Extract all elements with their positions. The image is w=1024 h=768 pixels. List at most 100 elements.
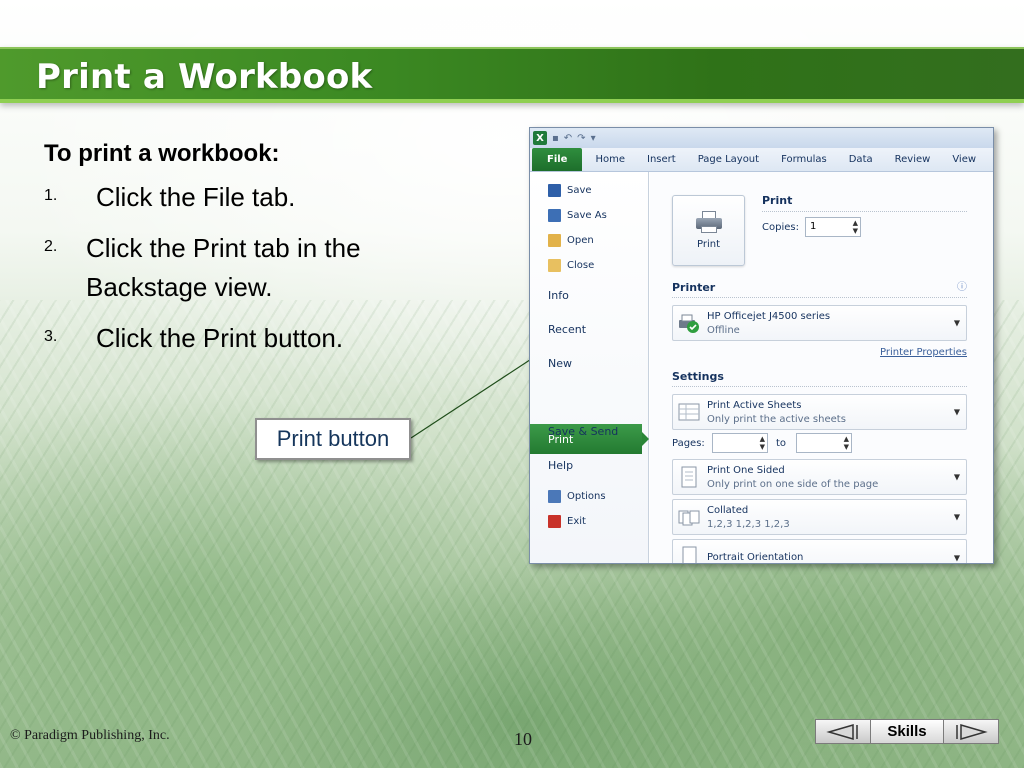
sides-dropdown[interactable]: Print One Sided Only print on one side o… <box>672 459 967 495</box>
steps-list: 1. Click the File tab. 2. Click the Prin… <box>44 178 464 358</box>
nav-tab-info[interactable]: Info <box>548 289 569 302</box>
orientation-main: Portrait Orientation <box>707 552 804 563</box>
step-2: 2. Click the Print tab in the Backstage … <box>44 229 464 307</box>
print-button-label: Print <box>696 239 720 250</box>
ribbon-tabs: File Home Insert Page Layout Formulas Da… <box>530 148 993 172</box>
step-number: 1. <box>44 187 58 204</box>
pages-to-label: to <box>776 438 787 449</box>
undo-icon[interactable]: ↶ <box>564 133 572 144</box>
divider <box>672 297 967 298</box>
excel-logo-icon: X <box>533 131 547 145</box>
step-1: 1. Click the File tab. <box>44 178 464 217</box>
tab-home[interactable]: Home <box>584 154 636 171</box>
printer-icon <box>695 211 722 233</box>
sides-sub: Only print on one side of the page <box>707 479 879 490</box>
tab-page-layout[interactable]: Page Layout <box>687 154 770 171</box>
printer-dropdown[interactable]: HP Officejet J4500 series Offline ▼ <box>672 305 967 341</box>
chevron-down-icon: ▼ <box>953 512 960 522</box>
skills-button[interactable]: Skills <box>871 719 943 744</box>
nav-options[interactable]: Options <box>548 490 606 503</box>
nav-tab-new[interactable]: New <box>548 357 572 370</box>
tab-review[interactable]: Review <box>884 154 942 171</box>
tab-view[interactable]: View <box>941 154 987 171</box>
nav-tab-recent[interactable]: Recent <box>548 323 586 336</box>
spin-up-icon[interactable]: ▲ <box>853 219 858 227</box>
divider <box>762 211 967 212</box>
print-section-title: Print <box>762 194 793 207</box>
collated-icon <box>678 510 700 526</box>
divider <box>672 386 967 387</box>
nav-close[interactable]: Close <box>548 259 594 272</box>
folder-open-icon <box>548 234 561 247</box>
one-sided-icon <box>681 466 697 488</box>
nav-tab-save-send[interactable]: Save & Send <box>548 425 618 438</box>
tab-insert[interactable]: Insert <box>636 154 687 171</box>
print-what-main: Print Active Sheets <box>707 400 802 411</box>
pages-label: Pages: <box>672 438 705 449</box>
pages-from-input[interactable]: ▲ ▼ <box>712 433 768 453</box>
chevron-down-icon: ▼ <box>953 318 960 328</box>
info-icon[interactable]: ⓘ <box>957 278 967 293</box>
nav-save-as[interactable]: Save As <box>548 209 607 222</box>
collation-dropdown[interactable]: Collated 1,2,3 1,2,3 1,2,3 ▼ <box>672 499 967 535</box>
title-bar: Print a Workbook <box>0 47 1024 103</box>
chevron-down-icon: ▼ <box>953 407 960 417</box>
step-text: Click the File tab. <box>96 182 296 212</box>
backstage-nav: Save Save As Open Close Info Recent New … <box>530 172 649 563</box>
step-number: 3. <box>44 328 58 345</box>
pages-to-input[interactable]: ▲ ▼ <box>796 433 852 453</box>
nav-save[interactable]: Save <box>548 184 592 197</box>
copies-input[interactable]: 1 ▲ ▼ <box>805 217 861 237</box>
page-number: 10 <box>514 729 532 749</box>
tab-formulas[interactable]: Formulas <box>770 154 838 171</box>
sides-main: Print One Sided <box>707 465 785 476</box>
save-as-icon <box>548 209 561 222</box>
slide-nav-controls: Skills <box>815 719 999 744</box>
next-arrow-icon <box>956 723 988 740</box>
save-icon <box>548 184 561 197</box>
orientation-dropdown[interactable]: Portrait Orientation ▼ <box>672 539 967 563</box>
spin-down-icon[interactable]: ▼ <box>760 443 765 451</box>
print-button[interactable]: Print <box>672 195 745 266</box>
copyright: © Paradigm Publishing, Inc. <box>10 728 170 743</box>
nav-label: Open <box>567 235 594 246</box>
nav-open[interactable]: Open <box>548 234 594 247</box>
next-button[interactable] <box>943 719 999 744</box>
spin-up-icon[interactable]: ▲ <box>760 435 765 443</box>
nav-tab-help[interactable]: Help <box>548 459 573 472</box>
redo-icon[interactable]: ↷ <box>577 133 585 144</box>
previous-button[interactable] <box>815 719 871 744</box>
save-icon[interactable]: ▪ <box>552 133 559 144</box>
slide-title: Print a Workbook <box>36 57 373 97</box>
tab-data[interactable]: Data <box>838 154 884 171</box>
printer-properties-link[interactable]: Printer Properties <box>880 347 967 358</box>
folder-close-icon <box>548 259 561 272</box>
excel-title-bar: X ▪ ↶ ↷ ▾ <box>530 128 993 148</box>
nav-label: Save <box>567 185 592 196</box>
copies-value: 1 <box>810 221 817 232</box>
settings-section-title: Settings <box>672 370 724 383</box>
step-text: Click the Print button. <box>96 323 344 353</box>
spin-down-icon[interactable]: ▼ <box>853 227 858 235</box>
collation-sub: 1,2,3 1,2,3 1,2,3 <box>707 519 790 530</box>
tab-file[interactable]: File <box>532 148 583 171</box>
spin-up-icon[interactable]: ▲ <box>844 435 849 443</box>
nav-exit[interactable]: Exit <box>548 515 586 528</box>
print-what-dropdown[interactable]: Print Active Sheets Only print the activ… <box>672 394 967 430</box>
sheets-icon <box>678 403 700 421</box>
printer-status: Offline <box>707 325 740 336</box>
print-what-sub: Only print the active sheets <box>707 414 846 425</box>
print-panel: Print Print Copies: 1 ▲ ▼ Printer ⓘ HP O… <box>650 172 993 563</box>
chevron-down-icon: ▼ <box>953 553 960 563</box>
print-button-callout: Print button <box>255 418 411 460</box>
printer-status-icon <box>679 314 699 333</box>
step-number: 2. <box>44 238 58 255</box>
exit-icon <box>548 515 561 528</box>
step-3: 3. Click the Print button. <box>44 319 464 358</box>
printer-section-title: Printer <box>672 281 716 294</box>
instructions-heading: To print a workbook: <box>44 140 280 167</box>
customize-qat-icon[interactable]: ▾ <box>591 133 596 144</box>
chevron-down-icon: ▼ <box>953 472 960 482</box>
backstage-view: Save Save As Open Close Info Recent New … <box>530 172 993 563</box>
spin-down-icon[interactable]: ▼ <box>844 443 849 451</box>
